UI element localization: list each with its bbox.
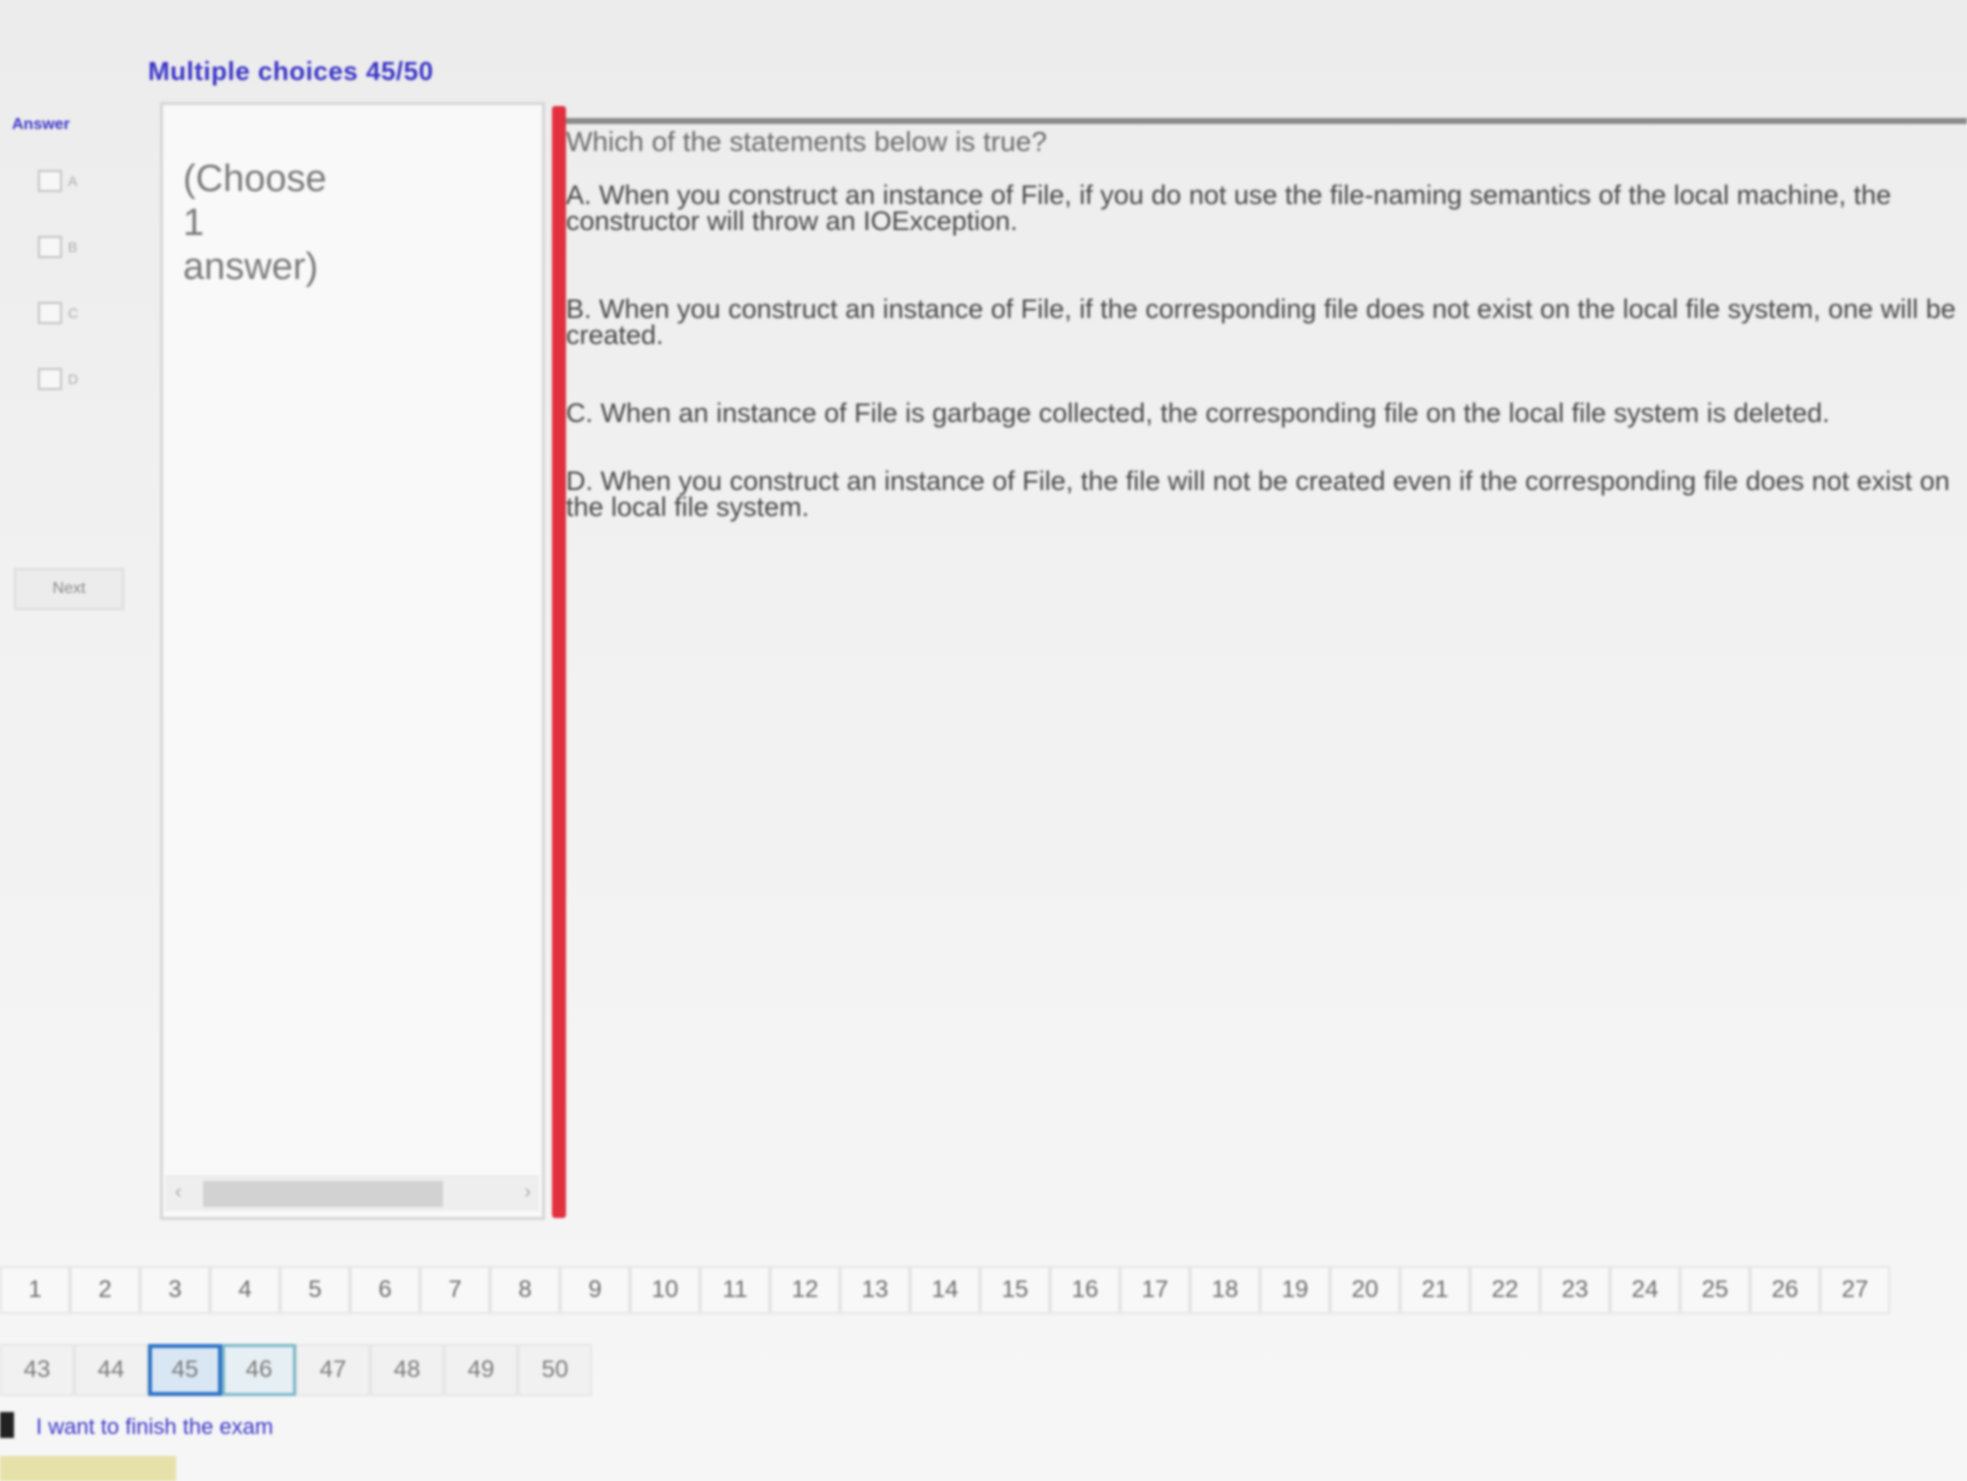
question-nav-button[interactable]: 46: [222, 1344, 296, 1396]
question-nav-button[interactable]: 13: [840, 1266, 910, 1314]
answer-panel: (Choose 1 answer) ‹ ›: [160, 102, 545, 1220]
option-b-text: B. When you construct an instance of Fil…: [566, 294, 1956, 350]
question-nav-button[interactable]: 18: [1190, 1266, 1260, 1314]
question-nav-button[interactable]: 9: [560, 1266, 630, 1314]
question-nav-button[interactable]: 12: [770, 1266, 840, 1314]
bottom-strip: [0, 1456, 176, 1481]
question-nav-button[interactable]: 14: [910, 1266, 980, 1314]
question-nav-button[interactable]: 43: [0, 1344, 74, 1396]
choice-c-checkbox[interactable]: [38, 302, 62, 324]
question-nav-button[interactable]: 27: [1820, 1266, 1890, 1314]
choice-c-letter: C: [68, 305, 79, 321]
question-navigator-row1: 1 2 3 4 5 6 7 8 9 10 11 12 13 14 15 16 17 18 19 20 21 22 23 24 2…: [0, 1266, 1967, 1314]
scroll-left-icon[interactable]: ‹: [175, 1181, 182, 1204]
question-nav-button[interactable]: 49: [444, 1344, 518, 1396]
finish-exam-link[interactable]: I want to finish the exam: [36, 1414, 273, 1440]
question-nav-button[interactable]: 22: [1470, 1266, 1540, 1314]
question-panel: Which of the statements below is true? A…: [566, 124, 1967, 1224]
option-c-text: C. When an instance of File is garbage c…: [566, 398, 1830, 428]
question-nav-button[interactable]: 4: [210, 1266, 280, 1314]
question-nav-button[interactable]: 17: [1120, 1266, 1190, 1314]
question-nav-button[interactable]: 19: [1260, 1266, 1330, 1314]
question-nav-button[interactable]: 48: [370, 1344, 444, 1396]
question-nav-button[interactable]: 7: [420, 1266, 490, 1314]
question-nav-button[interactable]: 24: [1610, 1266, 1680, 1314]
question-nav-button[interactable]: 1: [0, 1266, 70, 1314]
question-nav-button[interactable]: 23: [1540, 1266, 1610, 1314]
answer-hint: (Choose 1 answer): [183, 158, 327, 288]
finish-checkbox[interactable]: [0, 1412, 14, 1438]
choice-b-checkbox[interactable]: [38, 236, 62, 258]
question-nav-button[interactable]: 10: [630, 1266, 700, 1314]
question-nav-button[interactable]: 50: [518, 1344, 592, 1396]
choice-a-checkbox[interactable]: [38, 170, 62, 192]
question-nav-button[interactable]: 8: [490, 1266, 560, 1314]
option-d-text: D. When you construct an instance of Fil…: [566, 466, 1950, 522]
question-nav-button[interactable]: 16: [1050, 1266, 1120, 1314]
question-nav-button[interactable]: 11: [700, 1266, 770, 1314]
question-navigator-row2: 43 44 45 46 47 48 49 50: [0, 1344, 592, 1396]
question-nav-button[interactable]: 5: [280, 1266, 350, 1314]
scroll-right-icon[interactable]: ›: [524, 1181, 531, 1204]
horizontal-scrollbar[interactable]: ‹ ›: [165, 1176, 539, 1211]
question-nav-button-current[interactable]: 45: [148, 1344, 222, 1396]
panel-splitter[interactable]: [552, 106, 566, 1218]
question-text: Which of the statements below is true?: [566, 126, 1047, 157]
option-a-text: A. When you construct an instance of Fil…: [566, 180, 1892, 236]
choice-a[interactable]: A: [38, 170, 77, 192]
choice-b-letter: B: [68, 239, 78, 255]
choice-b[interactable]: B: [38, 236, 77, 258]
question-nav-button[interactable]: 26: [1750, 1266, 1820, 1314]
question-nav-button[interactable]: 25: [1680, 1266, 1750, 1314]
choice-d-checkbox[interactable]: [38, 368, 62, 390]
question-nav-button[interactable]: 2: [70, 1266, 140, 1314]
question-nav-button[interactable]: 15: [980, 1266, 1050, 1314]
question-nav-button[interactable]: 20: [1330, 1266, 1400, 1314]
exam-title: Multiple choices 45/50: [148, 56, 434, 86]
choice-c[interactable]: C: [38, 302, 78, 324]
choice-a-letter: A: [68, 173, 78, 189]
scrollbar-thumb[interactable]: [203, 1181, 443, 1207]
question-nav-button[interactable]: 3: [140, 1266, 210, 1314]
answer-label: Answer: [12, 116, 70, 133]
choice-d-letter: D: [68, 371, 79, 387]
next-button[interactable]: Next: [14, 568, 124, 610]
question-nav-button[interactable]: 44: [74, 1344, 148, 1396]
question-nav-button[interactable]: 47: [296, 1344, 370, 1396]
question-nav-button[interactable]: 21: [1400, 1266, 1470, 1314]
question-nav-button[interactable]: 6: [350, 1266, 420, 1314]
choice-d[interactable]: D: [38, 368, 78, 390]
